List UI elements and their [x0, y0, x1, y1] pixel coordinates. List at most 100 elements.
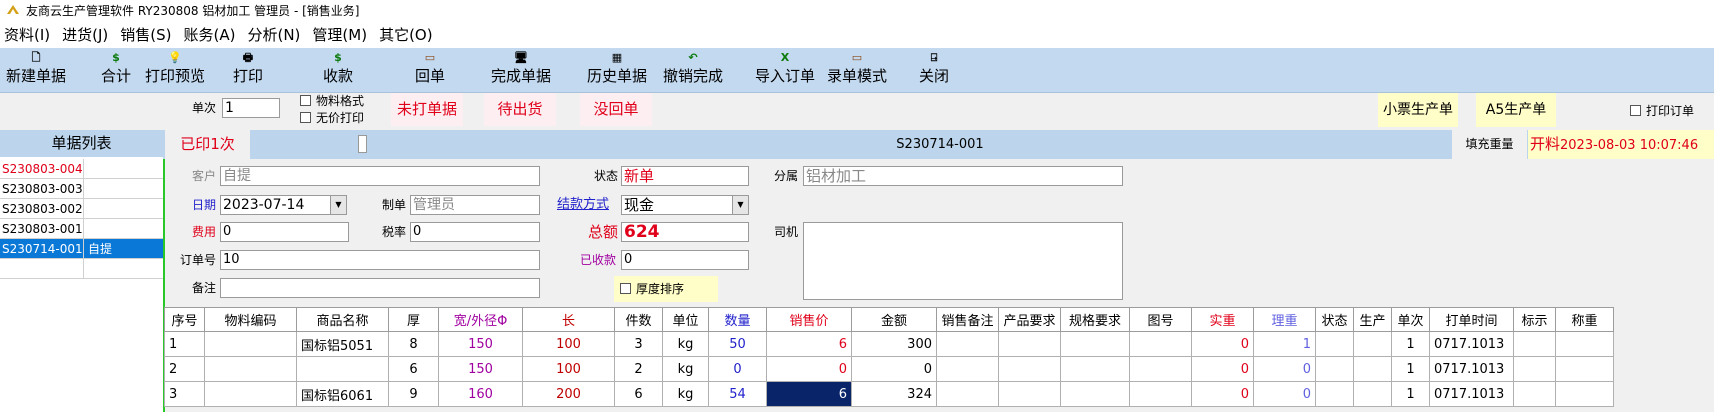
no-price-print-checkbox[interactable]: 无价打印 — [300, 108, 364, 128]
cell-width[interactable]: 150 — [438, 356, 523, 382]
cell-length[interactable]: 100 — [522, 331, 615, 357]
cell-status[interactable] — [1315, 356, 1354, 382]
col-header[interactable]: 宽/外径Φ — [438, 307, 523, 332]
cell-pieces[interactable]: 3 — [614, 331, 663, 357]
cell-price[interactable]: 0 — [766, 356, 852, 382]
driver-field[interactable] — [803, 222, 1123, 300]
customer-field[interactable]: 自提 — [220, 166, 540, 186]
cell-print-time[interactable]: 0717.1013 — [1429, 381, 1514, 407]
menu-accounts[interactable]: 账务(A) — [184, 26, 236, 44]
table-row[interactable]: 2 6 150 100 2 kg 0 0 0 0 0 1 0717.1013 — [164, 356, 1614, 382]
col-header[interactable]: 商品名称 — [296, 307, 389, 332]
cell-seq[interactable]: 1 — [164, 331, 205, 357]
cell-seq[interactable]: 2 — [164, 356, 205, 382]
col-header[interactable]: 规格要求 — [1060, 307, 1130, 332]
cell-product-req[interactable] — [998, 356, 1061, 382]
cell-product-req[interactable] — [998, 331, 1061, 357]
batch-input[interactable]: 1 — [222, 98, 280, 118]
menu-analysis[interactable]: 分析(N) — [247, 26, 300, 44]
cell-actual-weight[interactable]: 0 — [1191, 331, 1254, 357]
col-header[interactable]: 序号 — [164, 307, 205, 332]
menu-sales[interactable]: 销售(S) — [120, 26, 171, 44]
cell-pieces[interactable]: 2 — [614, 356, 663, 382]
cell-material-code[interactable] — [204, 381, 297, 407]
branch-field[interactable]: 铝材加工 — [803, 166, 1123, 186]
cell-sales-note[interactable] — [936, 381, 999, 407]
col-header[interactable]: 生产 — [1353, 307, 1392, 332]
cell-product-name[interactable]: 国标铝6061 — [296, 381, 389, 407]
list-item[interactable]: S230803-002 — [0, 199, 163, 219]
cell-batch[interactable]: 1 — [1391, 331, 1430, 357]
cell-thickness[interactable]: 9 — [388, 381, 439, 407]
col-header[interactable]: 实重 — [1191, 307, 1254, 332]
date-picker[interactable]: 2023-07-14 ▼ — [220, 195, 347, 215]
cell-actual-weight[interactable]: 0 — [1191, 381, 1254, 407]
table-row[interactable]: 3 国标铝6061 9 160 200 6 kg 54 6 324 0 0 1 … — [164, 381, 1614, 407]
chevron-down-icon[interactable]: ▼ — [732, 196, 748, 214]
new-document-button[interactable]: 🗋 新建单据 — [4, 48, 68, 93]
menu-manage[interactable]: 管理(M) — [312, 26, 367, 44]
cell-theory-weight[interactable]: 1 — [1253, 331, 1316, 357]
cell-amount[interactable]: 0 — [851, 356, 937, 382]
col-header[interactable]: 长 — [522, 307, 615, 332]
cell-spec-req[interactable] — [1060, 331, 1130, 357]
cell-batch[interactable]: 1 — [1391, 356, 1430, 382]
cell-drawing-no[interactable] — [1129, 381, 1192, 407]
cell-material-code[interactable] — [204, 331, 297, 357]
cell-product-name[interactable] — [296, 356, 389, 382]
cell-material-code[interactable] — [204, 356, 297, 382]
import-order-button[interactable]: X 导入订单 — [752, 48, 818, 93]
col-header[interactable]: 数量 — [708, 307, 767, 332]
cell-production[interactable] — [1353, 331, 1392, 357]
cell-weigh[interactable] — [1555, 381, 1614, 407]
cell-spec-req[interactable] — [1060, 356, 1130, 382]
cell-price[interactable]: 6 — [766, 331, 852, 357]
col-header[interactable]: 厚 — [388, 307, 439, 332]
cell-quantity[interactable]: 50 — [708, 331, 767, 357]
cell-mark[interactable] — [1513, 331, 1556, 357]
col-header[interactable]: 销售价 — [766, 307, 852, 332]
cell-unit[interactable]: kg — [662, 331, 709, 357]
menu-other[interactable]: 其它(O) — [379, 26, 433, 44]
col-header[interactable]: 打单时间 — [1429, 307, 1514, 332]
list-item[interactable]: S230803-001 — [0, 219, 163, 239]
print-button[interactable]: 🖶 打印 — [230, 48, 266, 93]
cell-production[interactable] — [1353, 356, 1392, 382]
cell-amount[interactable]: 324 — [851, 381, 937, 407]
col-header[interactable]: 件数 — [614, 307, 663, 332]
cell-status[interactable] — [1315, 381, 1354, 407]
pending-shipment-button[interactable]: 待出货 — [484, 93, 556, 126]
col-header[interactable]: 称重 — [1555, 307, 1614, 332]
cell-width[interactable]: 150 — [438, 331, 523, 357]
cell-width[interactable]: 160 — [438, 381, 523, 407]
cell-pieces[interactable]: 6 — [614, 381, 663, 407]
cell-status[interactable] — [1315, 331, 1354, 357]
cell-thickness[interactable]: 6 — [388, 356, 439, 382]
cell-unit[interactable]: kg — [662, 356, 709, 382]
list-item-selected[interactable]: S230714-001 自提 — [0, 239, 163, 259]
col-header[interactable]: 产品要求 — [998, 307, 1061, 332]
col-header[interactable]: 状态 — [1315, 307, 1354, 332]
history-documents-button[interactable]: ▦ 历史单据 — [584, 48, 650, 93]
cell-mark[interactable] — [1513, 381, 1556, 407]
cell-print-time[interactable]: 0717.1013 — [1429, 331, 1514, 357]
cell-quantity[interactable]: 0 — [708, 356, 767, 382]
cell-weigh[interactable] — [1555, 331, 1614, 357]
receipt-button[interactable]: ▭ 回单 — [412, 48, 448, 93]
complete-document-button[interactable]: 🖥 完成单据 — [488, 48, 554, 93]
cell-length[interactable]: 200 — [522, 381, 615, 407]
list-item[interactable]: S230803-004 — [0, 159, 163, 179]
fill-weight-button[interactable]: 填充重量 — [1452, 130, 1527, 159]
fee-field[interactable]: 0 — [220, 222, 349, 242]
cell-seq[interactable]: 3 — [164, 381, 205, 407]
tax-field[interactable]: 0 — [410, 222, 540, 242]
cell-mark[interactable] — [1513, 356, 1556, 382]
cell-drawing-no[interactable] — [1129, 331, 1192, 357]
settle-method-select[interactable]: 现金 ▼ — [621, 195, 749, 215]
cell-price-selected[interactable]: 6 — [766, 381, 852, 407]
cell-sales-note[interactable] — [936, 331, 999, 357]
close-button[interactable]: ⍈ 关闭 — [916, 48, 952, 93]
cell-product-name[interactable]: 国标铝5051 — [296, 331, 389, 357]
cell-product-req[interactable] — [998, 381, 1061, 407]
cell-production[interactable] — [1353, 381, 1392, 407]
